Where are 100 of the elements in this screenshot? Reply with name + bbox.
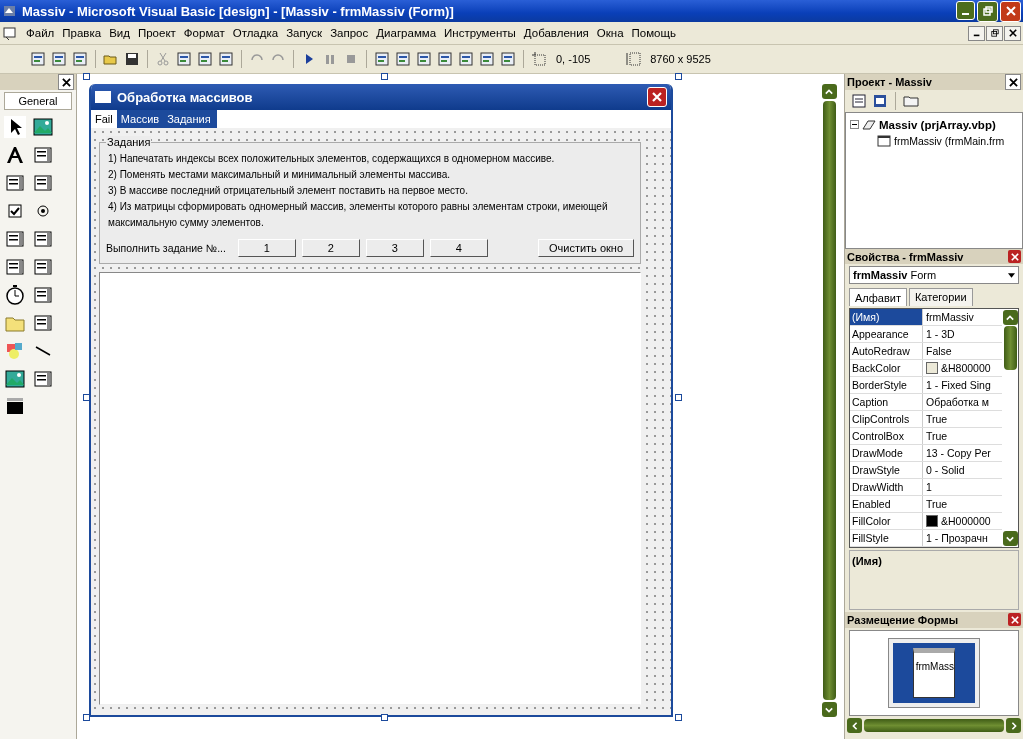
- property-name[interactable]: Enabled: [850, 496, 923, 513]
- property-name[interactable]: DrawStyle: [850, 462, 923, 479]
- property-value[interactable]: 1: [926, 481, 932, 494]
- task-button[interactable]: 1: [237, 239, 296, 257]
- property-name[interactable]: FillStyle: [850, 530, 923, 547]
- vertical-scrollbar[interactable]: [1002, 309, 1018, 548]
- task-button[interactable]: 2: [301, 239, 360, 257]
- menu-item[interactable]: Массив: [116, 110, 164, 128]
- close-button[interactable]: [1004, 25, 1021, 41]
- menu-item[interactable]: Окна: [596, 27, 624, 39]
- close-button[interactable]: [58, 74, 74, 90]
- image-icon[interactable]: [4, 368, 26, 390]
- form-title: Обработка массивов: [117, 89, 253, 105]
- timer-icon[interactable]: [4, 284, 26, 306]
- picture-box-icon[interactable]: [32, 116, 54, 138]
- vertical-scrollbar[interactable]: [821, 84, 837, 717]
- property-name[interactable]: BackColor: [850, 360, 923, 377]
- tree-item[interactable]: Massiv (prjArray.vbp): [879, 118, 996, 131]
- scroll-down-button[interactable]: [821, 702, 837, 717]
- property-value[interactable]: &H800000: [941, 362, 991, 375]
- minimize-icon: [962, 12, 969, 15]
- general-tab[interactable]: General: [4, 92, 72, 110]
- property-value[interactable]: 1 - 3D: [926, 328, 955, 341]
- resize-handle[interactable]: [381, 73, 388, 80]
- tab[interactable]: Алфавит: [849, 288, 907, 307]
- close-button[interactable]: [1005, 74, 1021, 90]
- property-name[interactable]: AutoRedraw: [850, 343, 923, 360]
- chevron-down-icon: [1006, 534, 1014, 543]
- property-name[interactable]: Caption: [850, 394, 923, 411]
- save-icon[interactable]: [124, 51, 140, 67]
- menu-item[interactable]: Файл: [26, 27, 55, 39]
- menu-item[interactable]: Помощь: [631, 27, 676, 39]
- property-value[interactable]: False: [926, 345, 952, 358]
- property-name[interactable]: FillColor: [850, 513, 923, 530]
- property-value[interactable]: Обработка м: [926, 396, 990, 409]
- resize-handle[interactable]: [83, 714, 90, 721]
- collapse-toggle[interactable]: [850, 120, 859, 130]
- scroll-right-button[interactable]: [1006, 718, 1021, 733]
- resize-handle[interactable]: [83, 394, 90, 401]
- property-value[interactable]: frmMassiv: [926, 311, 974, 324]
- form-icon: [876, 132, 892, 149]
- scroll-up-button[interactable]: [1002, 310, 1018, 326]
- property-value[interactable]: 13 - Copy Per: [926, 447, 991, 460]
- menu-item[interactable]: Правка: [62, 27, 102, 39]
- menu-item[interactable]: Запрос: [330, 27, 369, 39]
- restore-button[interactable]: [986, 25, 1003, 41]
- scroll-thumb[interactable]: [822, 101, 836, 700]
- property-value[interactable]: 1 - Прозрачн: [926, 532, 988, 545]
- scroll-left-button[interactable]: [847, 718, 862, 733]
- clear-button[interactable]: Очистить окно: [538, 239, 634, 257]
- object-dropdown[interactable]: frmMassiv Form: [849, 266, 1019, 285]
- property-name[interactable]: DrawWidth: [850, 479, 923, 496]
- menu-item[interactable]: Запуск: [286, 27, 323, 39]
- menu-item[interactable]: Отладка: [232, 27, 279, 39]
- close-button[interactable]: [1008, 250, 1021, 264]
- property-value[interactable]: 1 - Fixed Sing: [926, 379, 991, 392]
- task-button[interactable]: 3: [365, 239, 424, 257]
- pointer-icon[interactable]: [4, 116, 26, 138]
- view-code-icon[interactable]: [851, 92, 867, 109]
- task-button[interactable]: 4: [429, 239, 488, 257]
- scroll-up-button[interactable]: [821, 84, 837, 99]
- close-icon: [1008, 77, 1018, 87]
- form-preview[interactable]: frmMass: [913, 647, 955, 698]
- scroll-thumb[interactable]: [1003, 326, 1017, 371]
- dropdown-arrow-icon: [1008, 272, 1015, 278]
- property-name[interactable]: BorderStyle: [850, 377, 923, 394]
- menu-item[interactable]: Проект: [137, 27, 176, 39]
- close-button[interactable]: [1008, 613, 1021, 627]
- property-name[interactable]: ControlBox: [850, 428, 923, 445]
- resize-handle[interactable]: [83, 73, 90, 80]
- position-readout: 0, -105: [555, 53, 592, 65]
- property-name[interactable]: ClipControls: [850, 411, 923, 428]
- resize-handle[interactable]: [675, 714, 682, 721]
- property-value[interactable]: &H000000: [941, 515, 991, 528]
- property-value[interactable]: True: [926, 430, 948, 443]
- view-object-icon[interactable]: [872, 92, 888, 109]
- tab[interactable]: Категории: [908, 288, 973, 307]
- menu-item[interactable]: Диаграмма: [376, 27, 437, 39]
- property-name[interactable]: DrawMode: [850, 445, 923, 462]
- resize-handle[interactable]: [381, 714, 388, 721]
- property-value[interactable]: True: [926, 413, 948, 426]
- menu-item[interactable]: Задания: [163, 110, 217, 128]
- tree-item[interactable]: frmMassiv (frmMain.frm: [894, 134, 1005, 147]
- property-value[interactable]: True: [926, 498, 948, 511]
- scroll-down-button[interactable]: [1002, 531, 1018, 547]
- horizontal-scrollbar[interactable]: [845, 718, 1023, 733]
- chevron-left-icon: [850, 721, 859, 730]
- property-name[interactable]: Appearance: [850, 326, 923, 343]
- menu-item[interactable]: Добавления: [523, 27, 589, 39]
- menu-item[interactable]: Формат: [183, 27, 225, 39]
- resize-handle[interactable]: [675, 73, 682, 80]
- scroll-thumb[interactable]: [864, 719, 1004, 732]
- property-value[interactable]: 0 - Solid: [926, 464, 965, 477]
- property-name[interactable]: (Имя): [850, 309, 923, 326]
- resize-handle[interactable]: [675, 394, 682, 401]
- label-icon[interactable]: [4, 144, 26, 166]
- chevron-down-icon: [825, 705, 833, 714]
- task-text: 4) Из матрицы сформировать одномерный массив, элементы которого равны элементам строки, имеющей максимальную сумму элементов.: [107, 200, 609, 230]
- menu-item[interactable]: Вид: [109, 27, 130, 39]
- menu-item[interactable]: Инструменты: [444, 27, 516, 39]
